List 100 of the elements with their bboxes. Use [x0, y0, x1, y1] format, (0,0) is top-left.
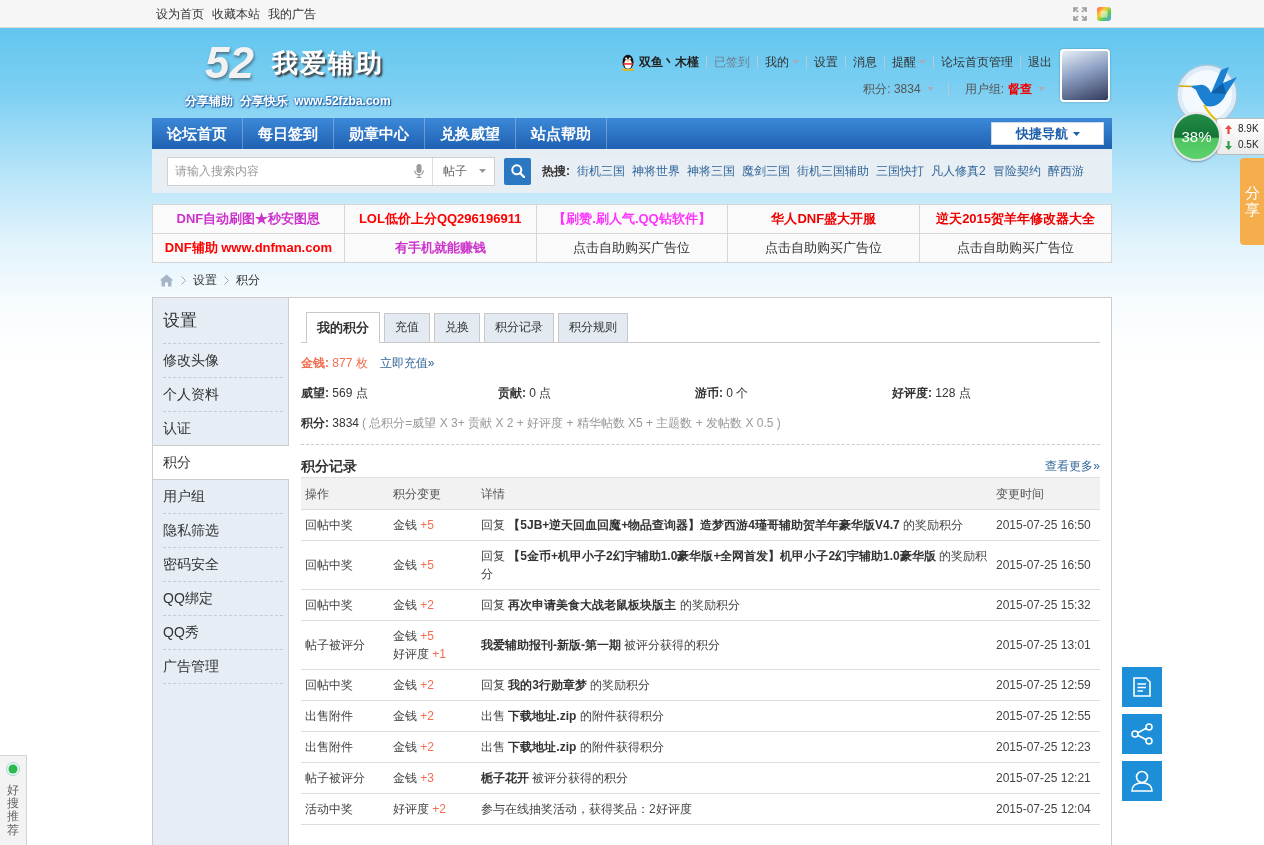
caret-icon — [1038, 87, 1045, 91]
tab[interactable]: 积分记录 — [484, 313, 554, 342]
hot-search-link[interactable]: 三国快打 — [876, 162, 924, 180]
quick-nav-button[interactable]: 快捷导航 — [991, 122, 1104, 145]
ad-slot-link[interactable]: 点击自助购买广告位 — [728, 234, 921, 263]
time-cell: 2015-07-25 13:01 — [992, 620, 1100, 670]
avatar-placeholder[interactable] — [1060, 49, 1110, 102]
time-cell: 2015-07-25 16:50 — [992, 540, 1100, 590]
ad-link[interactable]: 有手机就能赚钱 — [344, 234, 537, 263]
tab[interactable]: 充值 — [384, 313, 430, 342]
tab[interactable]: 我的积分 — [306, 312, 380, 343]
view-more-link[interactable]: 查看更多» — [1045, 457, 1100, 475]
user-button[interactable] — [1122, 761, 1162, 801]
user-menu-link[interactable]: 我的 — [757, 55, 806, 69]
sidebar-item[interactable]: 修改头像 — [163, 344, 283, 378]
points-formula: ( 总积分=威望 X 3+ 贡献 X 2 + 好评度 + 精华帖数 X5 + 主题数 + 发帖数 X 0.5 ) — [362, 416, 781, 430]
time-cell: 2015-07-25 12:59 — [992, 669, 1100, 701]
sidebar-item[interactable]: QQ秀 — [163, 616, 283, 650]
user-group-link[interactable]: 用户组: 督查 — [948, 80, 1045, 98]
section-title: 积分记录 — [301, 456, 357, 476]
user-menu-link[interactable]: 退出 — [1020, 55, 1052, 69]
sidebar-item[interactable]: 密码安全 — [163, 548, 283, 582]
top-link[interactable]: 收藏本站 — [212, 4, 260, 23]
caret-icon — [479, 169, 486, 173]
hot-search-link[interactable]: 神将世界 — [632, 162, 680, 180]
user-menu-link[interactable]: 消息 — [845, 55, 884, 69]
hot-search-link[interactable]: 魔剑三国 — [742, 162, 790, 180]
column-header: 积分变更 — [389, 477, 477, 510]
action-cell: 帖子被评分 — [301, 762, 389, 794]
action-cell: 回帖中奖 — [301, 589, 389, 621]
action-cell: 出售附件 — [301, 731, 389, 763]
user-menu-link: 已签到 — [706, 55, 757, 69]
sidebar-item[interactable]: 广告管理 — [163, 650, 283, 684]
share-icon — [1131, 723, 1153, 745]
points-link[interactable]: 积分: 3834 — [863, 82, 949, 96]
points-change: 金钱 +5 — [393, 628, 436, 645]
ad-link[interactable]: 华人DNF盛大开服 — [728, 205, 921, 234]
ad-link[interactable]: 逆天2015贺羊年修改器大全 — [920, 205, 1112, 234]
ad-link[interactable]: LOL低价上分QQ296196911 — [344, 205, 537, 234]
hot-search-link[interactable]: 街机三国 — [577, 162, 625, 180]
sidebar-item[interactable]: QQ绑定 — [163, 582, 283, 616]
logo-slogan: 分享辅助 分享快乐 www.52fzba.com — [185, 93, 391, 110]
total-points: 积分: 3834 — [301, 416, 360, 430]
points-change: 好评度 +2 — [393, 801, 448, 818]
detail-cell: 回复 【5金币+机甲小子2幻宇辅助1.0豪华版+全网首发】机甲小子2幻宇辅助1.0豪华版 的奖励积分 — [477, 540, 992, 590]
stat-text: 贡献: 0 点 — [498, 385, 553, 402]
caret-icon — [926, 87, 934, 91]
time-cell: 2015-07-25 12:21 — [992, 762, 1100, 794]
detail-cell: 出售 下载地址.zip 的附件获得积分 — [477, 700, 992, 732]
username-link[interactable]: 双鱼丶木槿 — [639, 53, 699, 71]
top-link[interactable]: 设为首页 — [156, 4, 204, 23]
search-button[interactable] — [504, 157, 531, 185]
hot-search-link[interactable]: 神将三国 — [687, 162, 735, 180]
recommend-tab[interactable]: 好搜推荐 — [0, 755, 27, 845]
ad-slot-link[interactable]: 点击自助购买广告位 — [536, 234, 729, 263]
points-change: 金钱 +2 — [393, 708, 436, 725]
up-arrow-icon — [1225, 124, 1232, 134]
detail-cell: 出售 下载地址.zip 的附件获得积分 — [477, 731, 992, 763]
top-link[interactable]: 我的广告 — [268, 4, 316, 23]
sidebar-item[interactable]: 用户组 — [163, 480, 283, 514]
time-cell: 2015-07-25 15:32 — [992, 589, 1100, 621]
action-cell: 活动中奖 — [301, 793, 389, 825]
detail-cell: 回复 我的3行勋章梦 的奖励积分 — [477, 669, 992, 701]
user-menu-link[interactable]: 设置 — [806, 55, 845, 69]
user-icon — [1131, 770, 1153, 792]
user-menu-link[interactable]: 提醒 — [884, 55, 933, 69]
sidebar-item[interactable]: 积分 — [153, 445, 289, 480]
hot-search-link[interactable]: 凡人修真2 — [931, 162, 986, 180]
action-cell: 帖子被评分 — [301, 620, 389, 670]
fullscreen-icon — [1073, 6, 1087, 21]
status-dot-icon — [6, 762, 20, 776]
tab[interactable]: 积分规则 — [558, 313, 628, 342]
hot-search-link[interactable]: 街机三国辅助 — [797, 162, 869, 180]
ad-slot-link[interactable]: 点击自助购买广告位 — [920, 234, 1112, 263]
post-button[interactable] — [1122, 667, 1162, 707]
ad-link[interactable]: DNF自动刷图★秒安图恩 — [153, 205, 345, 234]
share-button[interactable] — [1122, 714, 1162, 754]
hot-search-link[interactable]: 冒险契约 — [992, 162, 1041, 180]
tab[interactable]: 兑换 — [434, 313, 480, 342]
breadcrumb-current: 积分 — [236, 272, 260, 289]
search-field[interactable]: 请输入搜索内容 帖子 — [167, 156, 495, 186]
column-header: 详情 — [477, 477, 992, 510]
time-cell: 2015-07-25 12:23 — [992, 731, 1100, 763]
percent-badge[interactable]: 38% — [1172, 112, 1221, 161]
action-cell: 回帖中奖 — [301, 509, 389, 541]
user-menu-link[interactable]: 论坛首页管理 — [933, 55, 1020, 69]
down-arrow-icon — [1225, 140, 1232, 150]
stat-text: 威望: 569 点 — [301, 385, 369, 402]
home-icon — [159, 273, 174, 287]
chevron-icon — [181, 275, 186, 285]
search-scope-select[interactable]: 帖子 — [432, 157, 494, 185]
recharge-link[interactable]: 立即充值» — [379, 356, 435, 370]
sidebar-item[interactable]: 隐私筛选 — [163, 514, 283, 548]
breadcrumb-link[interactable]: 设置 — [193, 271, 217, 289]
upload-speed: 8.9K — [1238, 122, 1259, 136]
sidebar-item[interactable]: 个人资料 — [163, 378, 283, 412]
points-change: 金钱 +2 — [393, 739, 436, 756]
hot-search-link[interactable]: 醉西游 — [1047, 162, 1084, 180]
time-cell: 2015-07-25 16:50 — [992, 509, 1100, 541]
ad-link[interactable]: DNF辅助 www.dnfman.com — [153, 234, 345, 263]
